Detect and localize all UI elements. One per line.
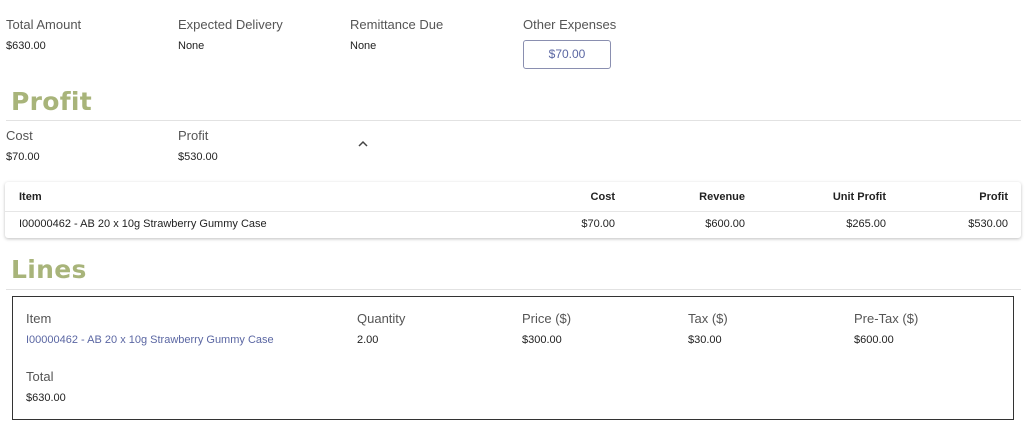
remittance-due-value: None xyxy=(350,40,377,52)
other-expenses-input[interactable]: $70.00 xyxy=(523,40,611,69)
profit-table-header: Item Cost Revenue Unit Profit Profit xyxy=(5,182,1021,212)
other-expenses-label: Other Expenses xyxy=(523,17,617,32)
order-summary: Total Amount $630.00 Expected Delivery N… xyxy=(0,0,1032,80)
line-quantity-field: Quantity 2.00 xyxy=(357,311,405,346)
col-header-revenue: Revenue xyxy=(699,191,745,203)
line-total-field: Total $630.00 xyxy=(26,369,66,404)
expected-delivery-field: Expected Delivery None xyxy=(178,17,283,52)
line-price-label: Price ($) xyxy=(522,311,572,326)
remittance-due-field: Remittance Due None xyxy=(350,17,443,52)
profit-total-label: Profit xyxy=(178,128,209,143)
cell-unit-profit: $265.00 xyxy=(846,218,886,230)
col-header-unit-profit: Unit Profit xyxy=(832,191,886,203)
profit-cost-value: $70.00 xyxy=(6,151,40,163)
profit-table: Item Cost Revenue Unit Profit Profit I00… xyxy=(5,182,1021,238)
line-tax-label: Tax ($) xyxy=(688,311,728,326)
total-amount-field: Total Amount $630.00 xyxy=(6,17,81,52)
cell-profit: $530.00 xyxy=(968,218,1008,230)
lines-section-title: Lines xyxy=(11,255,87,284)
line-total-label: Total xyxy=(26,369,54,384)
line-pretax-field: Pre-Tax ($) $600.00 xyxy=(854,311,918,346)
table-row: I00000462 - AB 20 x 10g Strawberry Gummy… xyxy=(5,212,1021,238)
cell-item: I00000462 - AB 20 x 10g Strawberry Gummy… xyxy=(19,218,267,230)
line-quantity-value: 2.00 xyxy=(357,334,379,346)
line-item-label: Item xyxy=(26,311,52,326)
profit-divider xyxy=(6,120,1021,121)
col-header-profit: Profit xyxy=(979,191,1008,203)
line-tax-field: Tax ($) $30.00 xyxy=(688,311,728,346)
profit-cost-label: Cost xyxy=(6,128,33,143)
profit-total-field: Profit $530.00 xyxy=(178,128,218,163)
line-tax-value: $30.00 xyxy=(688,334,722,346)
lines-divider xyxy=(6,289,1021,290)
remittance-due-label: Remittance Due xyxy=(350,17,444,32)
line-item-field: Item I00000462 - AB 20 x 10g Strawberry … xyxy=(26,311,274,346)
total-amount-label: Total Amount xyxy=(6,17,82,32)
line-total-value: $630.00 xyxy=(26,392,66,404)
other-expenses-field: Other Expenses xyxy=(523,17,616,32)
line-pretax-label: Pre-Tax ($) xyxy=(854,311,919,326)
total-amount-value: $630.00 xyxy=(6,40,46,52)
line-price-field: Price ($) $300.00 xyxy=(522,311,571,346)
line-quantity-label: Quantity xyxy=(357,311,406,326)
line-pretax-value: $600.00 xyxy=(854,334,894,346)
expected-delivery-value: None xyxy=(178,40,205,52)
col-header-cost: Cost xyxy=(590,191,615,203)
profit-total-value: $530.00 xyxy=(178,151,218,163)
chevron-up-icon[interactable] xyxy=(356,136,370,147)
line-price-value: $300.00 xyxy=(522,334,562,346)
profit-cost-field: Cost $70.00 xyxy=(6,128,40,163)
line-item-link[interactable]: I00000462 - AB 20 x 10g Strawberry Gummy… xyxy=(26,334,274,346)
cell-cost: $70.00 xyxy=(581,218,615,230)
expected-delivery-label: Expected Delivery xyxy=(178,17,283,32)
cell-revenue: $600.00 xyxy=(705,218,745,230)
line-item-card: Item I00000462 - AB 20 x 10g Strawberry … xyxy=(12,296,1014,420)
col-header-item: Item xyxy=(19,191,42,203)
profit-section-title: Profit xyxy=(11,87,93,116)
